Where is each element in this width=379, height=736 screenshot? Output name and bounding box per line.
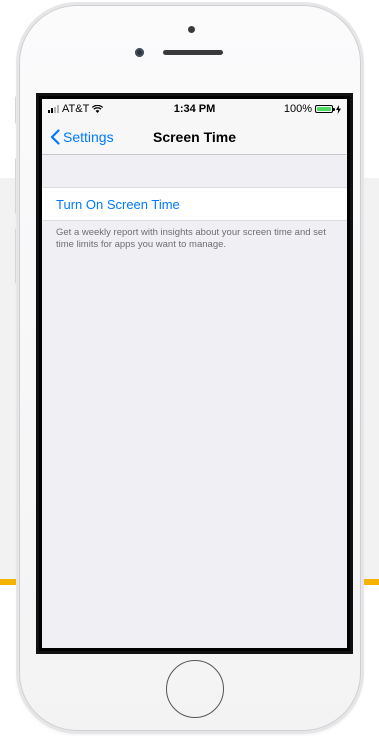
front-camera-icon [135, 48, 144, 57]
turn-on-screen-time-button[interactable]: Turn On Screen Time [42, 187, 347, 221]
wifi-icon [92, 105, 104, 113]
back-button-label: Settings [63, 129, 114, 145]
navigation-bar: Settings Screen Time [42, 119, 347, 155]
earpiece-speaker [163, 50, 223, 55]
signal-bars-icon [48, 105, 59, 113]
status-bar: AT&T 1:34 PM 100% [42, 99, 347, 119]
home-button[interactable] [166, 660, 224, 718]
status-right: 100% [231, 103, 341, 115]
proximity-sensor [188, 26, 195, 33]
battery-icon [315, 105, 335, 113]
battery-fill [317, 107, 331, 111]
back-button[interactable]: Settings [50, 119, 114, 155]
carrier-label: AT&T [62, 103, 90, 115]
battery-percent: 100% [283, 103, 312, 115]
status-time: 1:34 PM [173, 103, 216, 115]
screen-display: AT&T 1:34 PM 100% Settings Screen Time T… [42, 99, 347, 648]
charging-icon [336, 104, 341, 114]
screen-time-description: Get a weekly report with insights about … [56, 227, 326, 250]
chevron-left-icon [50, 129, 60, 145]
phone-screen: AT&T 1:34 PM 100% Settings Screen Time T… [36, 93, 353, 654]
status-left: AT&T [48, 103, 158, 115]
